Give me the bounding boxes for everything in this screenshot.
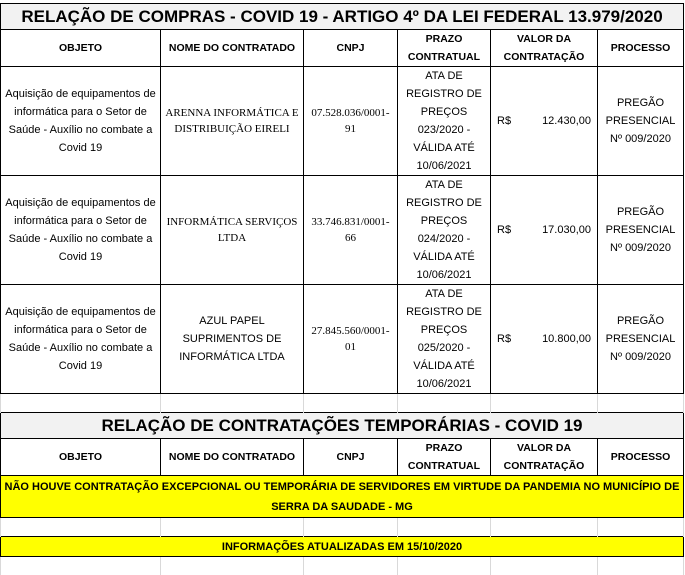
- table-row: Aquisição de equipamentos de informática…: [1, 67, 684, 176]
- table-row: Aquisição de equipamentos de informática…: [1, 285, 684, 394]
- no-hiring-notice: NÃO HOUVE CONTRATAÇÃO EXCEPCIONAL OU TEM…: [1, 476, 684, 518]
- amount: 10.800,00: [542, 330, 591, 348]
- cell-processo: PREGÃO PRESENCIAL Nº 009/2020: [598, 285, 684, 394]
- cell-contratado: INFORMÁTICA SERVIÇOS LTDA: [161, 176, 304, 285]
- header-processo: PROCESSO: [598, 439, 684, 476]
- amount: 12.430,00: [542, 112, 591, 130]
- empty-row: [1, 557, 684, 575]
- cell-processo: PREGÃO PRESENCIAL Nº 009/2020: [598, 67, 684, 176]
- empty-row: [1, 518, 684, 537]
- cell-objeto: Aquisição de equipamentos de informática…: [1, 67, 161, 176]
- cell-cnpj: 07.528.036/0001-91: [304, 67, 398, 176]
- cell-prazo: ATA DE REGISTRO DE PREÇOS 023/2020 - VÁL…: [398, 67, 491, 176]
- cell-contratado: AZUL PAPEL SUPRIMENTOS DE INFORMÁTICA LT…: [161, 285, 304, 394]
- updated-row: INFORMAÇÕES ATUALIZADAS EM 15/10/2020: [1, 537, 684, 557]
- temporarias-title-row: RELAÇÃO DE CONTRATAÇÕES TEMPORÁRIAS - CO…: [1, 413, 684, 439]
- header-contratado: NOME DO CONTRATADO: [161, 439, 304, 476]
- cell-cnpj: 27.845.560/0001-01: [304, 285, 398, 394]
- currency: R$: [497, 330, 511, 348]
- temporarias-title: RELAÇÃO DE CONTRATAÇÕES TEMPORÁRIAS - CO…: [1, 413, 684, 439]
- header-valor: VALOR DA CONTRATAÇÃO: [491, 439, 598, 476]
- header-cnpj: CNPJ: [304, 439, 398, 476]
- cell-contratado: ARENNA INFORMÁTICA E DISTRIBUIÇÃO EIRELI: [161, 67, 304, 176]
- cell-objeto: Aquisição de equipamentos de informática…: [1, 176, 161, 285]
- cell-prazo: ATA DE REGISTRO DE PREÇOS 024/2020 - VÁL…: [398, 176, 491, 285]
- cell-prazo: ATA DE REGISTRO DE PREÇOS 025/2020 - VÁL…: [398, 285, 491, 394]
- header-processo: PROCESSO: [598, 30, 684, 67]
- cell-cnpj: 33.746.831/0001-66: [304, 176, 398, 285]
- updated-info: INFORMAÇÕES ATUALIZADAS EM 15/10/2020: [1, 537, 684, 557]
- cell-valor: R$ 17.030,00: [491, 176, 598, 285]
- header-valor: VALOR DA CONTRATAÇÃO: [491, 30, 598, 67]
- cell-objeto: Aquisição de equipamentos de informática…: [1, 285, 161, 394]
- cell-processo: PREGÃO PRESENCIAL Nº 009/2020: [598, 176, 684, 285]
- compras-header-row: OBJETO NOME DO CONTRATADO CNPJ PRAZO CON…: [1, 30, 684, 67]
- currency: R$: [497, 221, 511, 239]
- header-cnpj: CNPJ: [304, 30, 398, 67]
- header-objeto: OBJETO: [1, 439, 161, 476]
- header-contratado: NOME DO CONTRATADO: [161, 30, 304, 67]
- spreadsheet: RELAÇÃO DE COMPRAS - COVID 19 - ARTIGO 4…: [0, 3, 684, 575]
- cell-valor: R$ 12.430,00: [491, 67, 598, 176]
- header-prazo: PRAZO CONTRATUAL: [398, 30, 491, 67]
- header-objeto: OBJETO: [1, 30, 161, 67]
- compras-title: RELAÇÃO DE COMPRAS - COVID 19 - ARTIGO 4…: [1, 4, 684, 30]
- currency: R$: [497, 112, 511, 130]
- header-prazo: PRAZO CONTRATUAL: [398, 439, 491, 476]
- notice-row: NÃO HOUVE CONTRATAÇÃO EXCEPCIONAL OU TEM…: [1, 476, 684, 518]
- empty-row: [1, 394, 684, 413]
- cell-valor: R$ 10.800,00: [491, 285, 598, 394]
- amount: 17.030,00: [542, 221, 591, 239]
- temporarias-header-row: OBJETO NOME DO CONTRATADO CNPJ PRAZO CON…: [1, 439, 684, 476]
- compras-title-row: RELAÇÃO DE COMPRAS - COVID 19 - ARTIGO 4…: [1, 4, 684, 30]
- table-row: Aquisição de equipamentos de informática…: [1, 176, 684, 285]
